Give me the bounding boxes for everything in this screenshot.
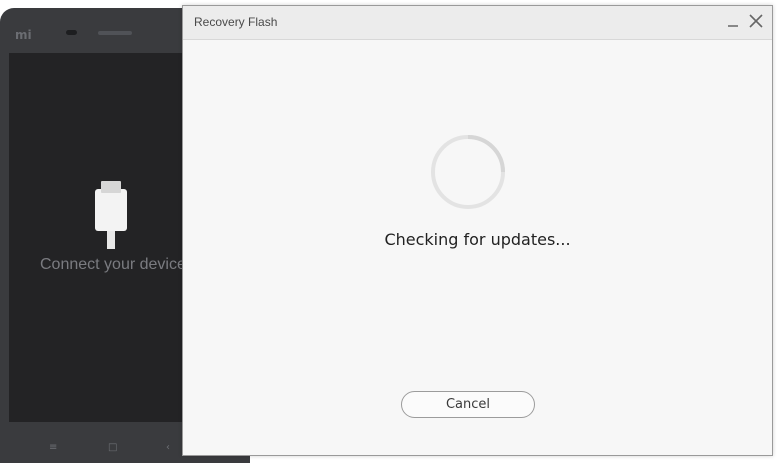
recovery-flash-dialog: Recovery Flash Checking for updates... C… — [182, 5, 773, 456]
screen: mi Connect your device ≡ □ ‹ Recovery Fl… — [0, 0, 779, 463]
nav-home-icon: □ — [108, 442, 118, 453]
status-text: Checking for updates... — [384, 230, 571, 249]
dialog-titlebar: Recovery Flash — [183, 6, 772, 40]
mi-logo: mi — [15, 28, 32, 42]
cancel-button[interactable]: Cancel — [401, 391, 535, 418]
nav-menu-icon: ≡ — [49, 442, 58, 453]
minimize-icon[interactable] — [724, 12, 742, 30]
close-icon[interactable] — [747, 12, 765, 30]
loading-spinner-icon — [431, 135, 505, 209]
nav-back-icon: ‹ — [166, 442, 170, 453]
usb-cable-icon — [95, 181, 127, 249]
connect-device-text: Connect your device — [40, 256, 186, 273]
phone-camera — [66, 30, 77, 35]
phone-speaker — [98, 31, 132, 35]
dialog-title: Recovery Flash — [194, 15, 278, 29]
